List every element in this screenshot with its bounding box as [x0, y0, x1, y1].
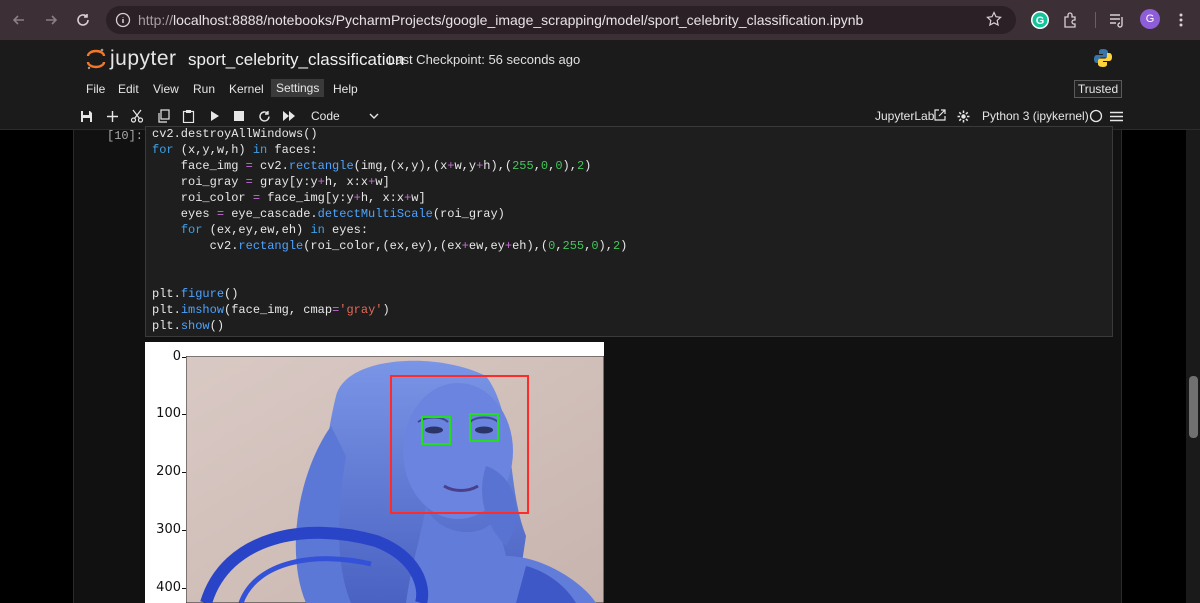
right-margin [1122, 130, 1186, 603]
code-line: plt.figure() [152, 287, 239, 301]
menu-file[interactable]: File [86, 82, 105, 96]
cut-icon[interactable] [129, 108, 145, 124]
menu-view[interactable]: View [153, 82, 179, 96]
paste-icon[interactable] [180, 108, 196, 124]
face-detection-image [186, 356, 604, 603]
browser-menu-icon[interactable] [1170, 9, 1192, 31]
cell-output-plot: 0 100 200 300 400 [145, 342, 604, 603]
toolbar-divider [1094, 9, 1096, 31]
code-line: plt.imshow(face_img, cmap='gray') [152, 303, 390, 317]
copy-icon[interactable] [155, 108, 171, 124]
y-tick-label: 400 [156, 580, 181, 595]
address-bar[interactable]: http://localhost:8888/notebooks/PycharmP… [106, 6, 1016, 34]
restart-kernel-icon[interactable] [256, 108, 272, 124]
menu-kernel[interactable]: Kernel [229, 82, 264, 96]
code-cell-editor[interactable]: cv2.destroyAllWindows() for (x,y,w,h) in… [145, 126, 1113, 337]
jupyter-header: jupyter sport_celebrity_classification L… [0, 40, 1200, 78]
extensions-puzzle-icon[interactable] [1060, 9, 1082, 31]
browser-toolbar: http://localhost:8888/notebooks/PycharmP… [0, 0, 1200, 40]
jupyter-logo-text[interactable]: jupyter [110, 47, 177, 71]
site-info-icon[interactable] [115, 12, 131, 33]
kernel-name[interactable]: Python 3 (ipykernel) [982, 109, 1089, 123]
code-line: roi_color = face_img[y:y+h, x:x+w] [152, 191, 426, 205]
add-cell-icon[interactable] [104, 108, 120, 124]
code-line: face_img = cv2.rectangle(img,(x,y),(x+w,… [152, 159, 592, 173]
y-tick-label: 0 [172, 349, 181, 364]
code-line: cv2.destroyAllWindows() [152, 127, 318, 141]
y-tick-label: 100 [156, 406, 181, 421]
menu-run[interactable]: Run [193, 82, 215, 96]
hamburger-menu-icon[interactable] [1108, 108, 1124, 124]
external-link-icon[interactable] [932, 107, 948, 123]
notebook-title[interactable]: sport_celebrity_classification [188, 50, 404, 70]
back-arrow-icon[interactable] [8, 9, 30, 31]
code-line: for (ex,ey,ew,eh) in eyes: [180, 223, 369, 237]
kernel-status-icon [1088, 108, 1104, 124]
menu-bar: File Edit View Run Kernel Settings Help … [0, 78, 1200, 102]
bookmark-star-icon[interactable] [986, 11, 1002, 32]
scrollbar-thumb[interactable] [1189, 376, 1198, 438]
scrollbar[interactable] [1186, 130, 1200, 603]
python-logo-icon [1092, 47, 1114, 74]
reload-icon[interactable] [72, 9, 94, 31]
reading-list-icon[interactable] [1106, 9, 1128, 31]
checkpoint-status: Last Checkpoint: 56 seconds ago [388, 52, 581, 67]
settings-gear-icon[interactable] [955, 108, 971, 124]
cell-type-select[interactable]: Code [311, 109, 340, 123]
url-text: http://localhost:8888/notebooks/PycharmP… [138, 12, 864, 28]
restart-run-all-icon[interactable] [281, 108, 297, 124]
menu-settings[interactable]: Settings [271, 79, 325, 97]
grammarly-icon[interactable]: G [1029, 9, 1051, 31]
code-line: cv2.rectangle(roi_color,(ex,ey),(ex+ew,e… [152, 239, 628, 253]
code-line: plt.show() [152, 319, 225, 333]
code-line: eyes = eye_cascade.detectMultiScale(roi_… [152, 207, 505, 221]
cell-prompt: [10]: [107, 129, 144, 143]
code-line: for (x,y,w,h) in faces: [152, 143, 318, 157]
svg-text:G: G [1036, 15, 1045, 27]
jupyterlab-link[interactable]: JupyterLab [875, 109, 934, 123]
code-line: roi_gray = gray[y:y+h, x:x+w] [152, 175, 390, 189]
left-margin [0, 130, 73, 603]
y-tick-label: 300 [156, 522, 181, 537]
menu-edit[interactable]: Edit [118, 82, 139, 96]
run-cell-icon[interactable] [207, 108, 223, 124]
menu-help[interactable]: Help [333, 82, 358, 96]
trusted-indicator[interactable]: Trusted [1074, 80, 1122, 98]
jupyter-logo-icon[interactable] [86, 47, 106, 76]
interrupt-kernel-icon[interactable] [231, 108, 247, 124]
save-icon[interactable] [78, 108, 94, 124]
y-tick-label: 200 [156, 464, 181, 479]
code-line-text: cv2.destroyAllWindows() [152, 127, 318, 141]
profile-avatar[interactable]: G [1140, 9, 1160, 29]
chevron-down-icon[interactable] [368, 109, 380, 127]
forward-arrow-icon[interactable] [40, 9, 62, 31]
